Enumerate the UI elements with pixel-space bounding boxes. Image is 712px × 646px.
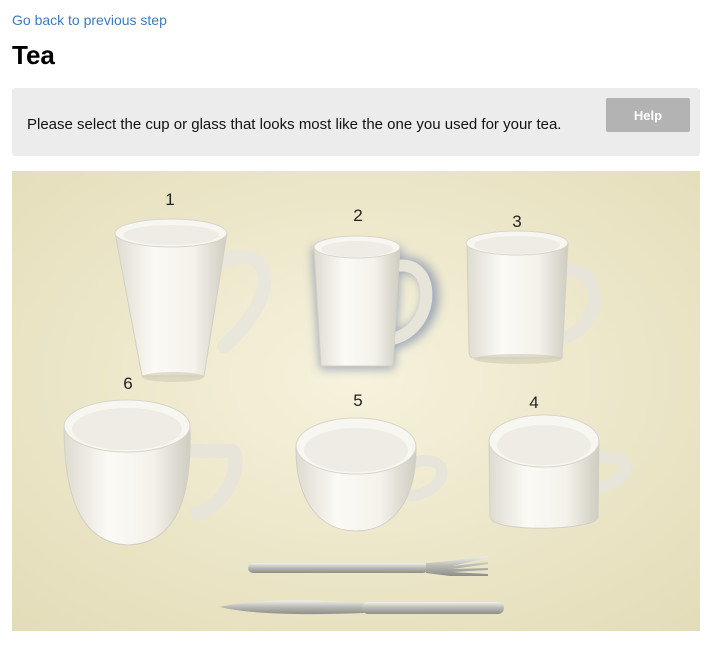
instruction-panel: Please select the cup or glass that look… [12,88,700,156]
cup-selection-photo[interactable]: 1 2 3 6 5 4 [12,171,700,631]
cup-number-label: 4 [529,393,538,412]
help-button[interactable]: Help [606,98,690,132]
page-title: Tea [12,40,55,70]
back-to-previous-step-link[interactable]: Go back to previous step [12,12,167,28]
cup-number-label: 5 [353,391,362,410]
cup-number-label: 3 [512,212,521,231]
cup-photo-illustration: 1 2 3 6 5 4 [12,171,700,631]
cup-number-label: 1 [165,190,174,209]
cup-number-label: 2 [353,206,362,225]
cup-number-label: 6 [123,374,132,393]
instruction-text: Please select the cup or glass that look… [27,116,562,133]
